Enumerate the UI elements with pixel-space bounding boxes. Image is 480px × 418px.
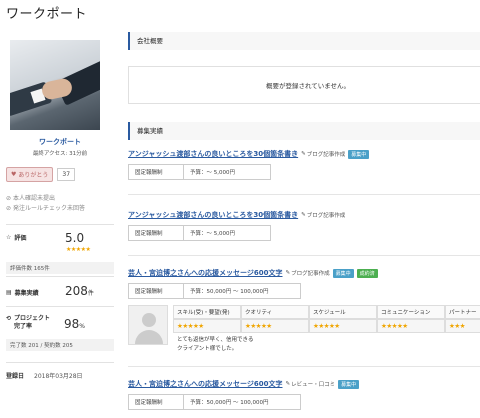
jobs-count: 208件	[65, 284, 94, 298]
pay-type-chip: 固定報酬制	[128, 225, 184, 241]
rating-count: 評価件数 165件	[6, 262, 114, 274]
budget-chip: 予算：～ 5,000円	[184, 225, 271, 241]
review-header: スケジュール	[309, 305, 377, 319]
pencil-icon: ✎	[301, 212, 306, 218]
category-label: ✎ ブログ記事作成	[301, 151, 346, 158]
job-title-link[interactable]: アンジャッシュ渡部さんの良いところを30個箇条書き	[128, 149, 298, 159]
thanks-row: ♥ ありがとう 37	[6, 167, 114, 182]
review-stars: ★★★	[445, 319, 480, 333]
review-header: スキル(受)・要望(発)	[173, 305, 241, 319]
status-badge: 募集中	[332, 268, 354, 278]
main-content: 会社概要 概要が登録されていません。 募集実績 アンジャッシュ渡部さんの良いとこ…	[128, 32, 480, 410]
registered-label: 登録日	[6, 373, 25, 380]
job-item: 芸人・宮迫博之さんへの応援メッセージ600文字 ✎ レビュー・口コミ 募集中 固定…	[128, 379, 480, 410]
job-item: 芸人・宮迫博之さんへの応援メッセージ600文字 ✎ ブログ記事作成 募集中 成約済…	[128, 268, 480, 354]
review-stars-row: ★★★★★ ★★★★★ ★★★★★ ★★★★★ ★★★	[173, 319, 480, 333]
pencil-icon: ✎	[285, 381, 291, 387]
pencil-icon: ✎	[301, 151, 306, 157]
registered-stat: 登録日 2018年03月28日	[6, 362, 114, 386]
budget-chip: 予算：50,000円 ～ 100,000円	[184, 394, 301, 410]
category-label: ✎ ブログ記事作成	[285, 270, 330, 277]
star-outline-icon: ☆	[6, 234, 12, 241]
budget-chip: 予算：～ 5,000円	[184, 164, 271, 180]
verification-list: ⊘ 本人確認未提出 ⊘ 発注ルールチェック未回答	[6, 194, 114, 214]
thanks-label: ありがとう	[18, 172, 49, 179]
category-label: ✎ ブログ記事作成	[301, 212, 346, 219]
job-title-link[interactable]: 芸人・宮迫博之さんへの応援メッセージ600文字	[128, 379, 282, 389]
page-title: ワークポート	[6, 7, 88, 22]
pay-type-chip: 固定報酬制	[128, 164, 184, 180]
status-badge: 募集中	[348, 149, 370, 159]
divider	[128, 255, 480, 256]
review-comment: とても返信が早く、信用できる クライアント様でした。	[177, 337, 254, 352]
pencil-icon: ✎	[285, 270, 291, 276]
verification-item: ⊘ 本人確認未提出	[6, 195, 56, 202]
verification-item: ⊘ 発注ルールチェック未回答	[6, 205, 86, 212]
review-stars: ★★★★★	[241, 319, 309, 333]
completion-detail: 完了数 201 / 契約数 205	[6, 339, 114, 351]
review-stars: ★★★★★	[309, 319, 377, 333]
job-title-link[interactable]: アンジャッシュ渡部さんの良いところを30個箇条書き	[128, 210, 298, 220]
divider	[128, 194, 480, 195]
pay-type-chip: 固定報酬制	[128, 283, 184, 299]
review-table: スキル(受)・要望(発) クオリティ スケジュール コミュニケーション パートナ…	[173, 305, 480, 354]
thanks-count: 37	[57, 168, 76, 181]
last-access: 最終アクセス: 31分前	[32, 151, 88, 157]
refresh-icon: ⟲	[6, 315, 12, 322]
status-badge: 成約済	[356, 268, 378, 278]
document-icon: ▤	[6, 289, 12, 296]
budget-chip: 予算：50,000円 ～ 100,000円	[184, 283, 301, 299]
company-name-link[interactable]: ワークポート	[6, 137, 114, 147]
review-header: クオリティ	[241, 305, 309, 319]
overview-empty-box: 概要が登録されていません。	[128, 66, 480, 104]
completion-stat: ⟲ プロジェクト 完了率 98% 完了数 201 / 契約数 205	[6, 306, 114, 362]
reviewer-avatar	[128, 305, 168, 345]
completion-rate: 98%	[64, 317, 85, 331]
status-badge: 募集中	[338, 379, 360, 389]
review-header: パートナー	[445, 305, 480, 319]
registered-date: 2018年03月28日	[34, 373, 83, 380]
job-item: アンジャッシュ渡部さんの良いところを30個箇条書き ✎ ブログ記事作成 固定報酬制…	[128, 210, 480, 241]
review-header-row: スキル(受)・要望(発) クオリティ スケジュール コミュニケーション パートナ…	[173, 305, 480, 319]
thanks-button[interactable]: ♥ ありがとう	[6, 167, 54, 182]
heart-icon: ♥	[11, 171, 17, 178]
check-circle-icon: ⊘	[6, 205, 12, 212]
divider	[128, 366, 480, 367]
rating-value: 5.0	[65, 231, 85, 245]
company-avatar	[10, 40, 100, 130]
job-item: アンジャッシュ渡部さんの良いところを30個箇条書き ✎ ブログ記事作成 募集中 固…	[128, 149, 480, 180]
job-title-link[interactable]: 芸人・宮迫博之さんへの応援メッセージ600文字	[128, 268, 282, 278]
pay-type-chip: 固定報酬制	[128, 394, 184, 410]
jobs-stat: ▤ 募集実績 208件	[6, 276, 114, 306]
category-label: ✎ レビュー・口コミ	[285, 381, 336, 388]
review-stars: ★★★★★	[173, 319, 241, 333]
section-header-jobs: 募集実績	[128, 122, 480, 140]
profile-sidebar: ワークポート 最終アクセス: 31分前 ♥ ありがとう 37 ⊘ 本人確認未提出 …	[6, 40, 114, 386]
review-block: スキル(受)・要望(発) クオリティ スケジュール コミュニケーション パートナ…	[128, 305, 480, 354]
section-header-overview: 会社概要	[128, 32, 480, 50]
review-header: コミュニケーション	[377, 305, 445, 319]
rating-stars: ★★★★★	[66, 246, 91, 253]
review-stars: ★★★★★	[377, 319, 445, 333]
rating-stat: ☆ 評価 5.0 ★★★★★ 評価件数 165件	[6, 224, 114, 276]
check-circle-icon: ⊘	[6, 195, 12, 202]
